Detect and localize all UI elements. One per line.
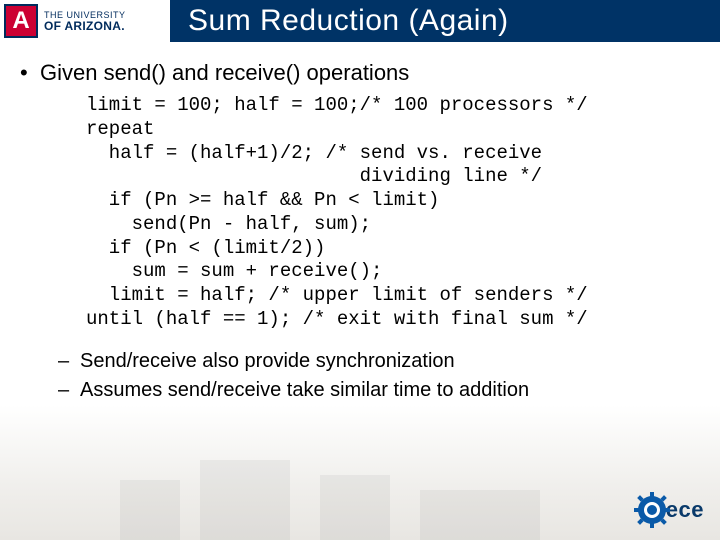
bullet-dot-icon: • (16, 60, 40, 86)
subbullet-1: – Send/receive also provide synchronizat… (58, 350, 704, 373)
slide: A THE UNIVERSITY OF ARIZONA. Sum Reducti… (0, 0, 720, 540)
dash-icon: – (58, 379, 80, 402)
subbullet-2: – Assumes send/receive take similar time… (58, 379, 704, 402)
logo-line2: OF ARIZONA. (44, 20, 126, 32)
background-buildings (0, 420, 720, 540)
subbullets: – Send/receive also provide synchronizat… (58, 350, 704, 402)
logo-a-block: A (4, 4, 38, 38)
slide-content: • Given send() and receive() operations … (0, 42, 720, 402)
bullet-main: • Given send() and receive() operations (16, 60, 704, 86)
subbullet-2-text: Assumes send/receive take similar time t… (80, 379, 529, 402)
bullet-main-text: Given send() and receive() operations (40, 60, 409, 86)
university-logo: A THE UNIVERSITY OF ARIZONA. (0, 0, 170, 42)
slide-title: Sum Reduction (Again) (188, 4, 509, 38)
logo-text: THE UNIVERSITY OF ARIZONA. (44, 11, 126, 32)
subbullet-1-text: Send/receive also provide synchronizatio… (80, 350, 455, 373)
dash-icon: – (58, 350, 80, 373)
footer-logo: ece (634, 492, 704, 528)
header-bar: A THE UNIVERSITY OF ARIZONA. Sum Reducti… (0, 0, 720, 42)
ece-text: ece (666, 497, 704, 523)
code-block: limit = 100; half = 100;/* 100 processor… (86, 94, 704, 332)
gear-icon (634, 492, 670, 528)
